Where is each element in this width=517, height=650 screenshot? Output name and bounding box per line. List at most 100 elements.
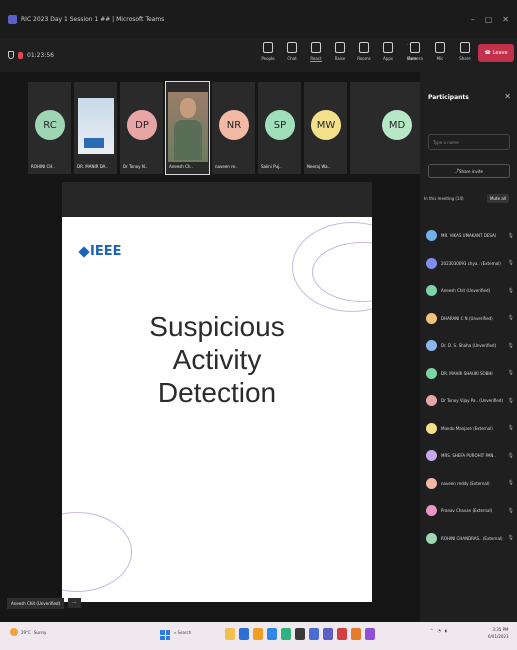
taskbar-app-icon[interactable] (351, 628, 361, 640)
participant-tile[interactable]: SP Salini Puj.. (258, 82, 301, 174)
chat-button[interactable]: Chat (282, 42, 302, 62)
weather-temp: 29°C (21, 629, 31, 635)
share-icon (460, 42, 470, 53)
mic-off-icon: 🎙 (507, 452, 514, 459)
avatar: SP (265, 110, 295, 140)
rooms-button[interactable]: Rooms (354, 42, 374, 62)
meeting-timer: 01:23:56 (8, 51, 54, 59)
list-item[interactable]: Aneesh Chit (Unverified) 🎙 (426, 277, 514, 305)
list-item[interactable]: ROHINI CHANDRAS.. (External) 🎙 (426, 525, 514, 553)
taskbar-search[interactable]: ⌕ Search (174, 630, 191, 635)
taskbar-app-icon[interactable] (365, 628, 375, 640)
list-item[interactable]: MRS. SHEFA PUROHIT PAN.. 🎙 (426, 442, 514, 470)
participant-name: Aneesh Ch.. (169, 164, 193, 169)
mic-off-icon: 🎙 (507, 232, 514, 239)
avatar (426, 230, 437, 242)
taskbar-app-icon[interactable] (295, 628, 305, 640)
list-item[interactable]: Dr Tonoy Vijay Pa.. (Unverified) 🎙 (426, 387, 514, 415)
mic-button[interactable]: Mic (430, 42, 450, 61)
react-label: React (310, 56, 322, 62)
taskbar-app-icon[interactable] (239, 628, 249, 640)
maximize-icon[interactable]: ▢ (485, 15, 493, 24)
list-item[interactable]: DHARANI C N (Unverified) 🎙 (426, 305, 514, 333)
avatar: NR (219, 110, 249, 140)
taskbar-app-icon[interactable] (281, 628, 291, 640)
system-tray[interactable]: ^ ◔ ◖ (430, 628, 447, 633)
list-item[interactable]: naveen reddy (External) 🎙 (426, 470, 514, 498)
share-label: Share (459, 56, 471, 61)
taskbar-app-icon[interactable] (253, 628, 263, 640)
leave-button[interactable]: ☎ Leave (478, 44, 514, 62)
teams-logo-icon (8, 14, 17, 24)
taskbar-app-icon[interactable] (309, 628, 319, 640)
list-item[interactable]: Dr. D. S. Shaha (Unverified) 🎙 (426, 332, 514, 360)
title-bar: RIC 2023 Day 1 Session 1 ## | Microsoft … (0, 0, 517, 38)
people-label: People (261, 56, 275, 61)
camera-button[interactable]: Camera (405, 42, 425, 61)
apps-button[interactable]: Apps (378, 42, 398, 62)
close-icon[interactable]: ✕ (502, 15, 509, 24)
avatar (426, 477, 437, 489)
mic-off-icon: 🎙 (507, 315, 514, 322)
avatar: MD (382, 110, 412, 140)
chevron-up-icon: ^ (430, 628, 434, 633)
mic-icon: 🎙 (507, 370, 514, 377)
mic-off-icon: 🎙 (507, 342, 514, 349)
weather-widget[interactable]: 29°C Sunny (10, 628, 46, 636)
chat-label: Chat (287, 56, 297, 61)
participant-name: MRS. SHEFA PUROHIT PAN.. (441, 453, 496, 459)
participant-tile[interactable]: MD (350, 82, 430, 174)
avatar (426, 285, 437, 297)
taskbar-app-icon[interactable] (337, 628, 347, 640)
in-meeting-header[interactable]: In this meeting (14) (424, 196, 464, 201)
people-button[interactable]: People (258, 42, 278, 62)
avatar (426, 340, 437, 352)
mic-label: Mic (436, 56, 444, 61)
apps-label: Apps (383, 56, 393, 61)
timer-text: 01:23:56 (27, 51, 54, 59)
taskbar-app-icon[interactable] (225, 628, 235, 640)
avatar (426, 395, 437, 407)
list-item[interactable]: Pranav Chavan (External) 🎙 (426, 497, 514, 525)
hand-icon (335, 42, 345, 53)
windows-start-icon[interactable] (160, 630, 170, 640)
list-item[interactable]: Mandu Manjare (External) 🎙 (426, 415, 514, 443)
panel-title: Participants (428, 94, 469, 101)
mic-icon: 🎙 (507, 287, 514, 294)
minimize-icon[interactable]: – (471, 15, 475, 24)
ieee-diamond-icon (78, 245, 90, 258)
list-item[interactable]: DR. MAHIR SHAUKI SOBHI 🎙 (426, 360, 514, 388)
react-button[interactable]: React (306, 42, 326, 62)
participant-tile[interactable]: MW Neeraj Wa.. (304, 82, 347, 174)
panel-close-icon[interactable]: ✕ (504, 92, 511, 101)
mic-off-icon: 🎙 (507, 397, 514, 404)
participant-name: DHARANI C N (Unverified) (441, 315, 493, 321)
participant-search-input[interactable]: Type a name (428, 134, 510, 150)
teams-window: RIC 2023 Day 1 Session 1 ## | Microsoft … (0, 0, 517, 650)
taskbar-clock[interactable]: 3:35 PM 6/01/2023 (488, 626, 509, 640)
toolbar-tools: People Chat React Raise Rooms Apps ⋯ More (258, 42, 422, 62)
participant-tile[interactable]: Aneesh Ch.. (165, 81, 210, 175)
mute-all-button[interactable]: Mute all (487, 194, 509, 203)
taskbar-app-icon[interactable] (323, 628, 333, 640)
participant-tile[interactable]: NR naveen re.. (212, 82, 255, 174)
participant-name: Neeraj Wa.. (307, 164, 331, 169)
speaker-more-icon[interactable]: ⋯ (68, 598, 81, 608)
taskbar-app-icon[interactable] (267, 628, 277, 640)
slide-title-line: Activity (172, 344, 262, 375)
participant-tile[interactable]: RC ROHINI CH.. (28, 82, 71, 174)
raise-button[interactable]: Raise (330, 42, 350, 62)
share-invite-button[interactable]: ⤴ Share invite (428, 164, 510, 178)
participant-name: Pranav Chavan (External) (441, 508, 493, 514)
list-item[interactable]: 2023030093 chya.. (External) 🎙 (426, 250, 514, 278)
list-item[interactable]: MR. VIKAS UMAKANT DESAI 🎙 (426, 222, 514, 250)
window-controls: – ▢ ✕ (471, 15, 509, 24)
raise-label: Raise (334, 56, 346, 61)
slide-title-line: Detection (157, 377, 277, 408)
participant-tile[interactable]: DR. MANIR DA.. (74, 82, 117, 174)
participant-name: Dr Tonoy N.. (123, 164, 148, 169)
window-title: RIC 2023 Day 1 Session 1 ## | Microsoft … (21, 15, 165, 23)
chat-icon (287, 42, 297, 53)
participant-tile[interactable]: DP Dr Tonoy N.. (120, 82, 163, 174)
share-button[interactable]: Share (455, 42, 475, 61)
